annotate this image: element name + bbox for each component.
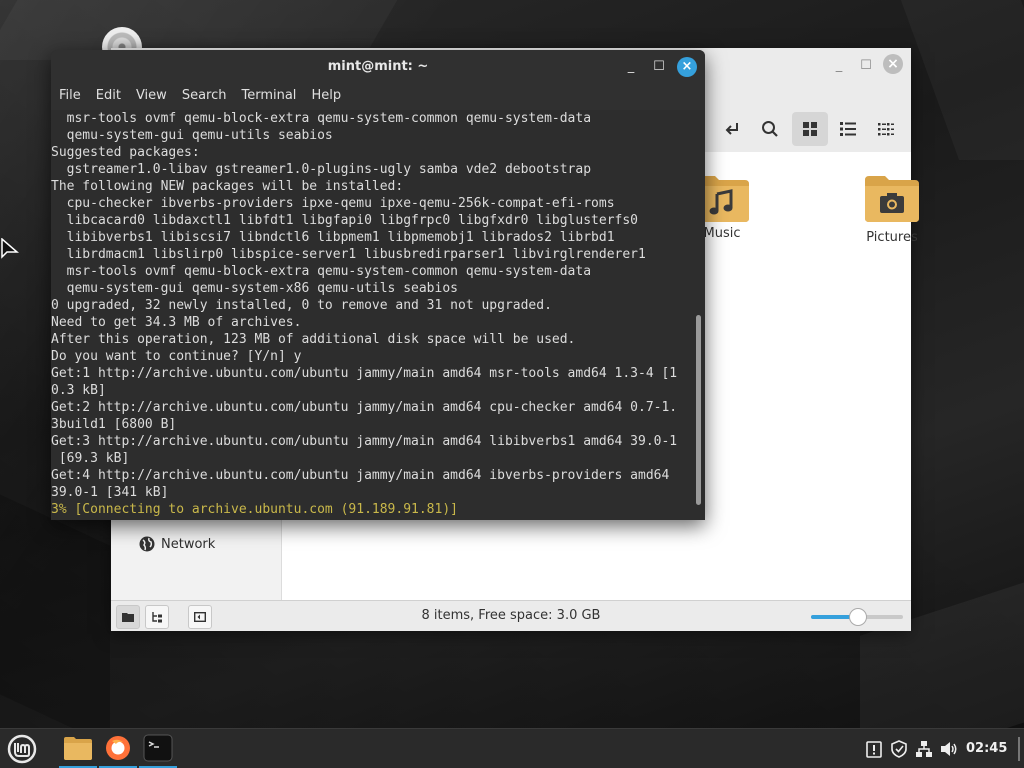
search-icon (762, 121, 778, 137)
file-manager-statusbar: 8 items, Free space: 3.0 GB (111, 600, 911, 631)
terminal-line: Get:4 http://archive.ubuntu.com/ubuntu j… (51, 468, 670, 483)
shield-icon[interactable] (889, 739, 909, 759)
taskbar-firefox-button[interactable] (99, 729, 137, 768)
compact-view-button[interactable] (868, 112, 904, 146)
hide-sidebar-button[interactable] (188, 605, 212, 629)
terminal-line: cpu-checker ibverbs-providers ipxe-qemu … (51, 196, 615, 211)
window-title: mint@mint: ~ (327, 59, 429, 74)
folder-icon (64, 737, 92, 760)
update-manager-icon[interactable] (864, 739, 884, 759)
compact-view-icon (878, 123, 894, 136)
menu-file[interactable]: File (51, 84, 88, 110)
grid-view-icon (803, 122, 817, 136)
terminal-line: [69.3 kB] (51, 451, 130, 466)
volume-icon[interactable] (939, 739, 959, 759)
sidebar-item-label: Network (161, 536, 216, 552)
terminal-line: qemu-system-gui qemu-system-x86 qemu-uti… (51, 281, 458, 296)
terminal-line: After this operation, 123 MB of addition… (51, 332, 576, 347)
search-button[interactable] (752, 112, 788, 146)
terminal-output[interactable]: msr-tools ovmf qemu-block-extra qemu-sys… (51, 110, 695, 520)
terminal-line: Suggested packages: (51, 145, 200, 160)
show-desktop-button[interactable] (1018, 737, 1020, 761)
zoom-slider-handle[interactable] (849, 608, 867, 626)
camera-icon (865, 176, 919, 222)
folder-icon (122, 613, 134, 622)
folder-label: Pictures (866, 230, 918, 245)
icon-view-button[interactable] (792, 112, 828, 146)
menu-search[interactable]: Search (174, 84, 234, 110)
minimize-button[interactable]: _ (829, 56, 849, 76)
terminal-line: msr-tools ovmf qemu-block-extra qemu-sys… (51, 111, 592, 126)
terminal-progress-line: 3% [Connecting to archive.ubuntu.com (91… (51, 502, 458, 517)
minimize-button[interactable]: _ (622, 58, 640, 76)
terminal-line: qemu-system-gui qemu-utils seabios (51, 128, 333, 143)
taskbar-terminal-button[interactable] (139, 729, 177, 768)
terminal-line: Do you want to continue? [Y/n] y (51, 349, 302, 364)
taskbar: 02:45 (0, 728, 1024, 768)
terminal-line: libcacard0 libdaxctl1 libfdt1 libgfapi0 … (51, 213, 638, 228)
terminal-scrollbar[interactable] (696, 315, 701, 505)
network-icon[interactable] (914, 739, 934, 759)
show-treeview-button[interactable] (145, 605, 169, 629)
terminal-window: mint@mint: ~ _ ☐ × File Edit View Search… (51, 50, 705, 520)
show-places-button[interactable] (116, 605, 140, 629)
maximize-button[interactable]: ☐ (650, 58, 668, 76)
clock[interactable]: 02:45 (966, 741, 1007, 756)
terminal-line: 0.3 kB] (51, 383, 106, 398)
menu-terminal[interactable]: Terminal (233, 84, 303, 110)
wallpaper-facet (900, 0, 1024, 160)
terminal-line: libibverbs1 libiscsi7 libndctl6 libpmem1… (51, 230, 615, 245)
terminal-line: 39.0-1 [341 kB] (51, 485, 169, 500)
terminal-line: gstreamer1.0-libav gstreamer1.0-plugins-… (51, 162, 592, 177)
menu-button[interactable] (2, 729, 40, 768)
terminal-line: 3build1 [6800 B] (51, 417, 177, 432)
status-text: 8 items, Free space: 3.0 GB (421, 608, 601, 623)
close-button[interactable]: × (883, 54, 903, 74)
maximize-button[interactable]: ☐ (856, 56, 876, 76)
sidebar-item-network[interactable]: Network (139, 534, 215, 554)
menu-edit[interactable]: Edit (88, 84, 128, 110)
list-view-button[interactable] (830, 112, 866, 146)
mouse-cursor-icon (1, 238, 20, 259)
terminal-line: librdmacm1 libslirp0 libspice-server1 li… (51, 247, 646, 262)
sidebar-toggle-icon (194, 612, 206, 623)
terminal-icon (143, 734, 173, 762)
location-toggle-button[interactable] (714, 112, 750, 146)
zoom-slider[interactable] (811, 608, 903, 626)
list-view-icon (840, 122, 856, 136)
return-arrow-icon (725, 123, 738, 135)
terminal-line: Need to get 34.3 MB of archives. (51, 315, 302, 330)
firefox-icon (106, 736, 130, 760)
tree-view-icon (152, 612, 162, 623)
terminal-titlebar[interactable]: mint@mint: ~ _ ☐ × (51, 50, 705, 84)
close-button[interactable]: × (677, 57, 697, 77)
menu-view[interactable]: View (128, 84, 174, 110)
folder-pictures[interactable]: Pictures (847, 172, 937, 245)
linux-mint-logo-icon (7, 734, 37, 764)
terminal-line: Get:2 http://archive.ubuntu.com/ubuntu j… (51, 400, 678, 415)
terminal-line: msr-tools ovmf qemu-block-extra qemu-sys… (51, 264, 592, 279)
menu-help[interactable]: Help (303, 84, 348, 110)
terminal-menubar: File Edit View Search Terminal Help (51, 84, 705, 110)
wallpaper-facet (0, 494, 110, 728)
terminal-line: Get:3 http://archive.ubuntu.com/ubuntu j… (51, 434, 678, 449)
terminal-line: The following NEW packages will be insta… (51, 179, 404, 194)
terminal-line: Get:1 http://archive.ubuntu.com/ubuntu j… (51, 366, 678, 381)
terminal-line: 0 upgraded, 32 newly installed, 0 to rem… (51, 298, 552, 313)
taskbar-files-button[interactable] (59, 729, 97, 768)
network-globe-icon (139, 536, 155, 552)
